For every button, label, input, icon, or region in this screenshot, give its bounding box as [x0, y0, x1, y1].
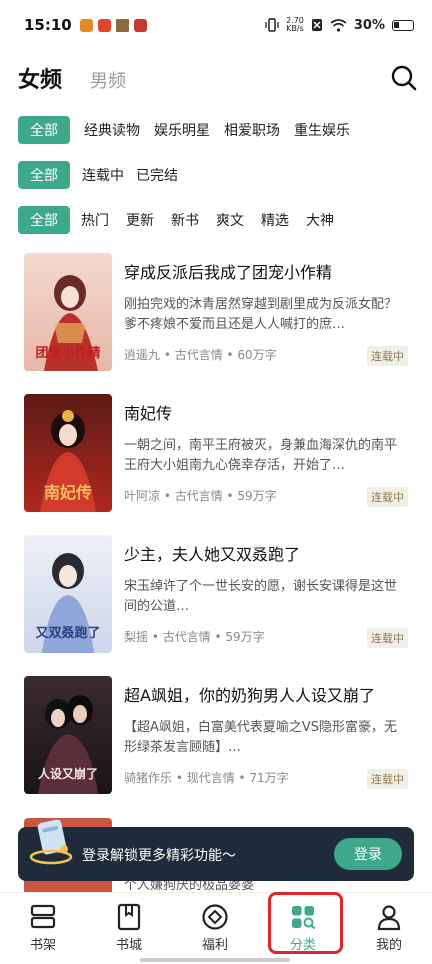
genre-chip-all[interactable]: 全部 [18, 116, 70, 144]
net-speed: 2.70 KB/s [286, 17, 304, 33]
nav-label: 福利 [201, 938, 228, 953]
book-item[interactable]: 南妃传 南妃传 一朝之间，南平王府被灭，身兼血海深仇的南平王府大小姐南九心侥幸存… [24, 394, 416, 514]
cover-title: 南妃传 [44, 483, 92, 502]
battery-text: 30% [353, 17, 385, 33]
book-meta: 逍遥九 • 古代言情 • 60万字 [124, 348, 277, 362]
cover-title: 又双叒跑了 [34, 625, 100, 641]
book-cover[interactable]: 人设又崩了 [24, 676, 112, 794]
status-badge: 连载中 [367, 769, 408, 789]
genre-chip[interactable]: 相爱职场 [224, 120, 280, 140]
book-cover[interactable]: 南妃传 [24, 394, 112, 512]
book-meta: 叶阿凉 • 古代言情 • 59万字 [124, 489, 277, 503]
status-chip[interactable]: 连载中 [82, 165, 124, 185]
sort-chip[interactable]: 大神 [306, 210, 334, 230]
header: 女频 男频 [0, 58, 432, 102]
bottom-nav: 书架 书城 福利 分类 我的 [0, 892, 432, 964]
sort-chip[interactable]: 爽文 [216, 210, 244, 230]
book-item[interactable]: 人设又崩了 超A飒姐，你的奶狗男人人设又崩了 【超A飒姐，白富美代表夏喻之VS隐… [24, 676, 416, 796]
book-title: 南妃传 [124, 404, 173, 423]
status-badge: 连载中 [367, 487, 408, 507]
book-item[interactable]: 又双叒跑了 少主，夫人她又双叒跑了 宋玉绰许了个一世长安的愿，谢长安课得是这世间… [24, 535, 416, 655]
nav-bookstore[interactable]: 书城 [94, 893, 164, 959]
book-desc: 一朝之间，南平王府被灭，身兼血海深仇的南平王府大小姐南九心侥幸存活，开始了… [124, 438, 398, 473]
nav-profile[interactable]: 我的 [354, 893, 424, 959]
sort-chip-all[interactable]: 全部 [18, 206, 70, 234]
book-meta: 骑猪作乐 • 现代言情 • 71万字 [124, 771, 289, 785]
notification-icons [79, 18, 147, 32]
sort-chip[interactable]: 更新 [126, 210, 154, 230]
book-desc: 刚拍完戏的沐青居然穿越到剧里成为反派女配？爹不疼娘不爱而且还是人人喊打的庶… [124, 297, 398, 332]
nav-label: 书架 [29, 938, 56, 953]
bookstore-icon [117, 903, 141, 931]
login-button[interactable]: 登录 [334, 838, 402, 870]
book-desc: 【超A飒姐，白富美代表夏喻之VS隐形富豪，无形绿茶发言顾随】… [124, 720, 398, 755]
tab-female[interactable]: 女频 [18, 62, 62, 94]
unlock-gift-icon [29, 819, 73, 865]
genre-chip[interactable]: 娱乐明星 [154, 120, 210, 140]
status-bar: 15:10 2.70 KB/s 30% [0, 0, 432, 50]
status-right: 2.70 KB/s 30% [265, 17, 414, 33]
app-notification-icon [97, 18, 111, 32]
search-icon[interactable] [390, 64, 418, 92]
vibrate-icon [265, 18, 279, 32]
genre-chip[interactable]: 经典读物 [84, 120, 140, 140]
tab-male[interactable]: 男频 [90, 67, 126, 93]
app-notification-icon [133, 18, 147, 32]
login-banner: 登录解锁更多精彩功能～ 登录 [18, 819, 414, 881]
book-desc: 宋玉绰许了个一世长安的愿，谢长安课得是这世间的公道… [124, 579, 398, 614]
battery-icon [392, 19, 414, 31]
book-item[interactable]: 团宠小作精 穿成反派后我成了团宠小作精 刚拍完戏的沐青居然穿越到剧里成为反派女配… [24, 253, 416, 373]
status-badge: 连载中 [367, 346, 408, 366]
bookshelf-icon [30, 904, 56, 929]
sort-chip[interactable]: 新书 [171, 210, 199, 230]
book-title: 超A飒姐，你的奶狗男人人设又崩了 [124, 686, 375, 705]
book-title: 少主，夫人她又双叒跑了 [124, 545, 301, 564]
sim-off-icon [311, 19, 322, 31]
nav-welfare[interactable]: 福利 [180, 893, 250, 959]
filter-row-status: 全部 连载中 已完结 [18, 160, 432, 190]
book-cover[interactable]: 团宠小作精 [24, 253, 112, 371]
login-prompt: 登录解锁更多精彩功能～ [82, 848, 236, 864]
book-cover[interactable]: 又双叒跑了 [24, 535, 112, 653]
gesture-bar[interactable] [140, 958, 290, 962]
book-meta: 梨摇 • 古代言情 • 59万字 [124, 630, 265, 644]
status-badge: 连载中 [367, 628, 408, 648]
cover-title: 人设又崩了 [38, 766, 98, 781]
status-chip[interactable]: 已完结 [136, 165, 178, 185]
net-speed-unit: KB/s [286, 24, 304, 33]
app-notification-icon [79, 18, 93, 32]
nav-label: 书城 [115, 938, 142, 953]
cover-title: 团宠小作精 [35, 345, 100, 361]
status-time: 15:10 [24, 16, 72, 34]
nav-bookshelf[interactable]: 书架 [8, 893, 78, 959]
sort-chip[interactable]: 精选 [261, 210, 289, 230]
book-title: 穿成反派后我成了团宠小作精 [124, 263, 333, 282]
crown-icon [115, 18, 129, 32]
filter-row-sort: 全部 热门 更新 新书 爽文 精选 大神 [18, 205, 432, 235]
genre-chip[interactable]: 重生娱乐 [294, 120, 350, 140]
filter-row-genre: 全部 经典读物 娱乐明星 相爱职场 重生娱乐 [18, 115, 432, 145]
status-chip-all[interactable]: 全部 [18, 161, 70, 189]
highlight-box [268, 892, 343, 954]
wifi-icon [330, 18, 347, 32]
welfare-icon [202, 904, 228, 930]
nav-label: 我的 [375, 938, 402, 953]
sort-chip[interactable]: 热门 [81, 210, 109, 230]
profile-icon [377, 905, 401, 931]
